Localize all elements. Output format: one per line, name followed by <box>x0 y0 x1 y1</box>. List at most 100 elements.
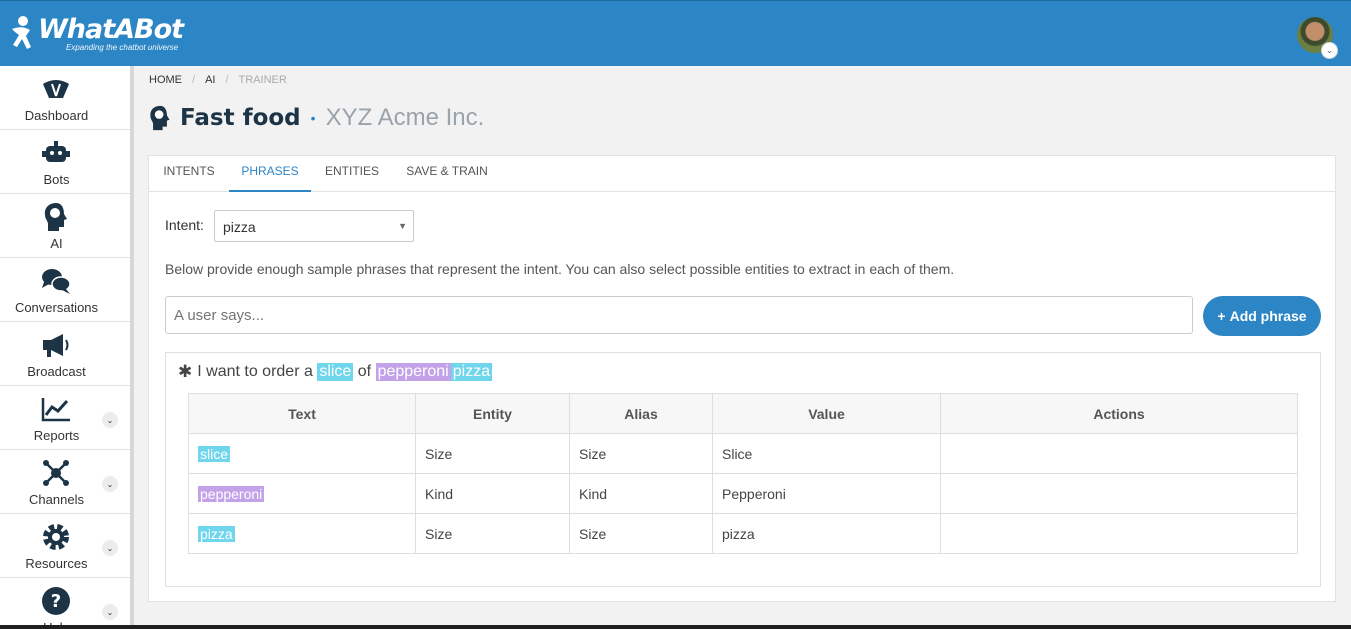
column-header: Value <box>712 393 941 434</box>
table-row: pepperoni Kind Kind Pepperoni <box>188 473 1298 514</box>
breadcrumb-current: TRAINER <box>238 74 287 86</box>
tab-bar: INTENTS PHRASES ENTITIES SAVE & TRAIN <box>149 156 1335 192</box>
add-phrase-button[interactable]: + Add phrase <box>1203 296 1321 336</box>
cell-actions <box>940 473 1298 514</box>
breadcrumb: HOME / AI / TRAINER <box>149 74 287 86</box>
add-phrase-label: Add phrase <box>1229 308 1307 324</box>
bot-name: Fast food <box>180 105 301 131</box>
cell-alias[interactable]: Size <box>569 513 713 554</box>
cell-value[interactable]: pizza <box>712 513 941 554</box>
brand-title: WhatABot <box>38 14 184 45</box>
sidebar: Dashboard Bots AI Conversations Broadcas… <box>0 66 134 629</box>
phrase-prefix: I want to order a <box>197 363 318 380</box>
breadcrumb-ai[interactable]: AI <box>205 74 215 86</box>
brand-tagline: Expanding the chatbot universe <box>66 43 179 52</box>
entity-highlight-kind[interactable]: pepperoni <box>375 363 451 381</box>
caret-down-icon: ▼ <box>398 221 407 231</box>
column-header: Alias <box>569 393 713 434</box>
svg-text:?: ? <box>51 591 61 612</box>
cell-value[interactable]: Slice <box>712 433 941 474</box>
column-header: Entity <box>415 393 570 434</box>
sidebar-item-reports[interactable]: Reports ⌄ <box>0 386 130 450</box>
chevron-down-icon[interactable]: ⌄ <box>102 540 118 556</box>
dashboard-icon <box>41 74 71 104</box>
sidebar-item-broadcast[interactable]: Broadcast <box>0 322 130 386</box>
sidebar-item-help[interactable]: ? Help ⌄ <box>0 578 130 629</box>
phrase-text[interactable]: ✱ I want to order a slice of pepperoni p… <box>178 362 493 382</box>
chevron-down-icon[interactable]: ⌄ <box>102 412 118 428</box>
entity-highlight-size[interactable]: pizza <box>450 363 493 381</box>
cell-entity[interactable]: Size <box>415 513 570 554</box>
helper-text: Below provide enough sample phrases that… <box>165 261 955 277</box>
gear-icon <box>41 522 71 552</box>
title-separator: • <box>310 110 316 126</box>
phrase-input[interactable] <box>165 296 1193 334</box>
cell-entity[interactable]: Size <box>415 433 570 474</box>
cell-actions <box>940 433 1298 474</box>
cell-alias[interactable]: Kind <box>569 473 713 514</box>
column-header: Actions <box>940 393 1298 434</box>
breadcrumb-separator: / <box>192 74 196 86</box>
entity-highlight-size: slice <box>198 445 231 462</box>
cell-text: slice <box>188 433 416 474</box>
breadcrumb-separator: / <box>225 74 229 86</box>
sidebar-item-bots[interactable]: Bots <box>0 130 130 194</box>
question-icon: ? <box>41 586 71 616</box>
sidebar-item-label: Broadcast <box>27 364 86 379</box>
sidebar-item-ai[interactable]: AI <box>0 194 130 258</box>
top-bar: WhatABot Expanding the chatbot universe … <box>0 0 1351 66</box>
window-bottom-edge <box>0 625 1351 629</box>
phrase-mid: of <box>353 363 376 380</box>
chevron-down-icon[interactable]: ⌄ <box>102 604 118 620</box>
sidebar-item-channels[interactable]: Channels ⌄ <box>0 450 130 514</box>
trainer-card: INTENTS PHRASES ENTITIES SAVE & TRAIN In… <box>148 155 1336 602</box>
intent-selected-value: pizza <box>223 219 256 235</box>
sidebar-item-conversations[interactable]: Conversations <box>0 258 130 322</box>
chevron-down-icon[interactable]: ⌄ <box>1321 42 1338 59</box>
column-header: Text <box>188 393 416 434</box>
page-title: Fast food • XYZ Acme Inc. <box>148 104 484 132</box>
chevron-down-icon[interactable]: ⌄ <box>102 476 118 492</box>
entity-highlight-size[interactable]: slice <box>317 363 354 381</box>
sidebar-item-label: Conversations <box>14 300 99 315</box>
cell-text: pepperoni <box>188 473 416 514</box>
sidebar-item-label: Bots <box>43 172 70 187</box>
cell-alias[interactable]: Size <box>569 433 713 474</box>
chat-bubbles-icon <box>41 266 71 296</box>
line-chart-icon <box>41 394 71 424</box>
tab-phrases[interactable]: PHRASES <box>229 156 311 192</box>
asterisk-icon: ✱ <box>178 362 193 381</box>
plus-icon: + <box>1217 308 1226 324</box>
phrase-item: ✱ I want to order a slice of pepperoni p… <box>165 352 1321 587</box>
table-row: pizza Size Size pizza <box>188 513 1298 554</box>
logo-figure-icon <box>12 16 31 49</box>
cell-entity[interactable]: Kind <box>415 473 570 514</box>
brain-head-icon <box>150 105 170 131</box>
entity-highlight-kind: pepperoni <box>198 485 265 502</box>
tab-intents[interactable]: INTENTS <box>149 156 229 192</box>
company-name: XYZ Acme Inc. <box>325 104 485 131</box>
brand-logo[interactable]: WhatABot Expanding the chatbot universe <box>6 11 184 57</box>
robot-icon <box>41 138 71 168</box>
sidebar-item-resources[interactable]: Resources ⌄ <box>0 514 130 578</box>
sidebar-item-label: Resources <box>25 556 88 571</box>
sidebar-item-label: Dashboard <box>24 108 89 123</box>
breadcrumb-home[interactable]: HOME <box>149 74 182 86</box>
tab-entities[interactable]: ENTITIES <box>315 156 389 192</box>
table-header-row: Text Entity Alias Value Actions <box>188 393 1298 434</box>
entity-highlight-size: pizza <box>198 525 235 542</box>
network-icon <box>41 458 71 488</box>
intent-select[interactable]: pizza ▼ <box>214 210 414 242</box>
cell-text: pizza <box>188 513 416 554</box>
megaphone-icon <box>41 330 71 360</box>
tab-save-train[interactable]: SAVE & TRAIN <box>399 156 495 192</box>
sidebar-item-dashboard[interactable]: Dashboard <box>0 66 130 130</box>
sidebar-item-label: Channels <box>29 492 84 507</box>
cell-value[interactable]: Pepperoni <box>712 473 941 514</box>
intent-label: Intent: <box>165 217 204 233</box>
sidebar-item-label: Reports <box>33 428 80 443</box>
cell-actions <box>940 513 1298 554</box>
entities-table: Text Entity Alias Value Actions slice Si… <box>188 393 1298 554</box>
table-row: slice Size Size Slice <box>188 433 1298 474</box>
sidebar-item-label: AI <box>50 236 63 251</box>
